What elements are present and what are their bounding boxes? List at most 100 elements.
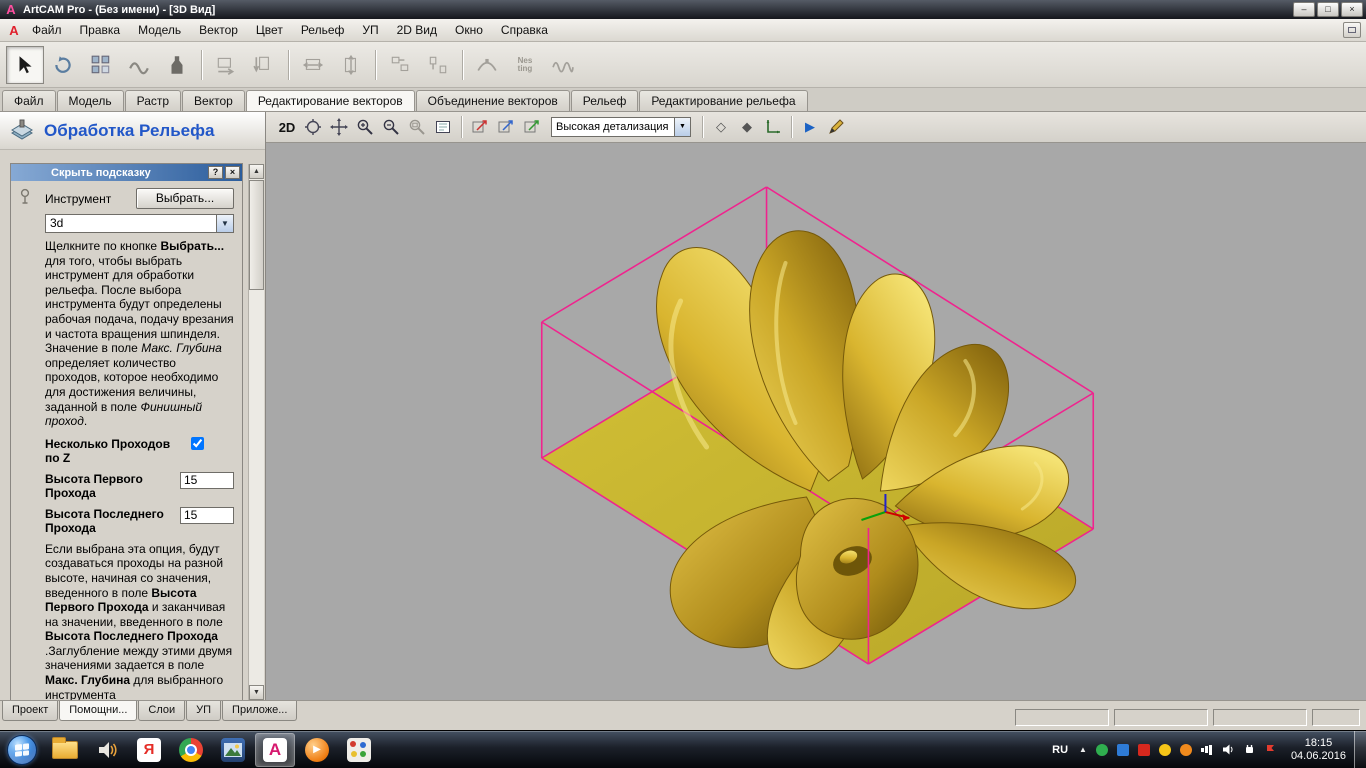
detail-level-dropdown[interactable]: Высокая детализация ▼: [551, 117, 691, 137]
menu-vector[interactable]: Вектор: [190, 20, 247, 40]
taskbar-media-player-icon[interactable]: ▶: [296, 731, 338, 768]
rotate-view-icon[interactable]: [300, 115, 326, 139]
tray-pdf-icon[interactable]: [1137, 742, 1152, 757]
maximize-button[interactable]: □: [1317, 2, 1339, 17]
tab-assistant[interactable]: Помощни...: [59, 701, 137, 721]
tab-relief-editing[interactable]: Редактирование рельефа: [639, 90, 807, 111]
tray-chevron-up-icon[interactable]: ▲: [1074, 745, 1092, 754]
language-indicator[interactable]: RU: [1046, 744, 1074, 756]
tab-addins[interactable]: Приложе...: [222, 701, 297, 721]
toolbar-options-icon[interactable]: [1343, 22, 1361, 38]
center-y-icon[interactable]: [332, 46, 370, 84]
chevron-down-icon[interactable]: ▼: [674, 118, 690, 136]
scroll-up-icon[interactable]: ▲: [249, 164, 264, 179]
menu-help[interactable]: Справка: [492, 20, 557, 40]
switch-2d-button[interactable]: 2D: [274, 120, 300, 135]
tool-dropdown[interactable]: 3d ▼: [45, 214, 234, 233]
taskbar-photo-viewer-icon[interactable]: [212, 731, 254, 768]
size-x-icon[interactable]: [207, 46, 245, 84]
last-pass-input[interactable]: [180, 507, 234, 524]
draw-tool-icon[interactable]: [823, 115, 849, 139]
tab-vector[interactable]: Вектор: [182, 90, 245, 111]
transform-tool-icon[interactable]: [44, 46, 82, 84]
nesting-icon[interactable]: Nesting: [506, 46, 544, 84]
scale-y-icon[interactable]: [493, 115, 519, 139]
select-tool-button[interactable]: Выбрать...: [136, 188, 234, 209]
hide-hint-label[interactable]: Скрыть подсказку: [51, 167, 151, 179]
menu-color[interactable]: Цвет: [247, 20, 292, 40]
taskbar-volume-mixer-icon[interactable]: [86, 731, 128, 768]
hint-close-button[interactable]: ×: [225, 166, 240, 179]
menu-model[interactable]: Модель: [129, 20, 190, 40]
taskbar-clock[interactable]: 18:15 04.06.2016: [1291, 737, 1346, 763]
tray-java-icon[interactable]: [1179, 742, 1194, 757]
taskbar-artcam-icon[interactable]: A: [255, 733, 295, 767]
scale-x-icon[interactable]: [467, 115, 493, 139]
tray-messenger-icon[interactable]: [1116, 742, 1131, 757]
close-button[interactable]: ×: [1341, 2, 1363, 17]
menu-toolpath[interactable]: УП: [353, 20, 387, 40]
tab-toolpaths[interactable]: УП: [186, 701, 221, 721]
help-button[interactable]: ?: [208, 166, 223, 179]
panel-scrollbar[interactable]: ▲ ▼: [248, 164, 264, 700]
multipass-checkbox[interactable]: [191, 437, 204, 450]
menu-2dview[interactable]: 2D Вид: [388, 20, 446, 40]
zoom-out-icon[interactable]: [378, 115, 404, 139]
tab-raster[interactable]: Растр: [125, 90, 181, 111]
zoom-in-icon[interactable]: [352, 115, 378, 139]
zoom-window-icon[interactable]: [404, 115, 430, 139]
scroll-thumb[interactable]: [249, 180, 264, 290]
tab-model[interactable]: Модель: [57, 90, 124, 111]
scale-z-icon[interactable]: [519, 115, 545, 139]
menu-file[interactable]: Файл: [23, 20, 71, 40]
tray-antivirus-icon[interactable]: [1095, 742, 1110, 757]
tab-layers[interactable]: Слои: [138, 701, 185, 721]
tool-dropdown-value: 3d: [46, 215, 216, 232]
taskbar-chrome-icon[interactable]: [170, 731, 212, 768]
viewport-3d[interactable]: [266, 143, 1366, 700]
wireframe-view-icon[interactable]: ◇: [708, 115, 734, 139]
show-desktop-button[interactable]: [1354, 731, 1366, 768]
origin-axes-icon[interactable]: [760, 115, 786, 139]
menu-window[interactable]: Окно: [446, 20, 492, 40]
tray-network-icon[interactable]: [1200, 742, 1215, 757]
tab-file[interactable]: Файл: [2, 90, 56, 111]
menu-app-icon: A: [5, 23, 23, 38]
tray-update-icon[interactable]: [1158, 742, 1173, 757]
tab-vector-editing[interactable]: Редактирование векторов: [246, 90, 415, 111]
emboss-tool-icon[interactable]: [158, 46, 196, 84]
first-pass-input[interactable]: [180, 472, 234, 489]
minimize-button[interactable]: –: [1293, 2, 1315, 17]
title-bar: A ArtCAM Pro - (Без имени) - [3D Вид] – …: [0, 0, 1366, 19]
system-tray: RU ▲ 18:15 04.06.2016: [1046, 731, 1366, 768]
menu-edit[interactable]: Правка: [71, 20, 130, 40]
status-segment: [1114, 709, 1208, 726]
taskbar-paint-icon[interactable]: [338, 731, 380, 768]
spline-smooth-icon[interactable]: [544, 46, 582, 84]
hint-box: Скрыть подсказку ? × Инструмент Выбрать.…: [10, 163, 243, 700]
select-tool-icon[interactable]: [6, 46, 44, 84]
simulate-toolpath-icon[interactable]: ▶: [797, 115, 823, 139]
taskbar-yandex-icon[interactable]: Я: [128, 731, 170, 768]
align-vertical-icon[interactable]: [419, 46, 457, 84]
size-y-icon[interactable]: [245, 46, 283, 84]
tray-action-center-icon[interactable]: [1263, 742, 1278, 757]
scroll-down-icon[interactable]: ▼: [249, 685, 264, 700]
fit-view-icon[interactable]: [430, 115, 456, 139]
menu-relief[interactable]: Рельеф: [292, 20, 354, 40]
tab-relief[interactable]: Рельеф: [571, 90, 639, 111]
taskbar-explorer-icon[interactable]: [44, 731, 86, 768]
tray-power-icon[interactable]: [1242, 742, 1257, 757]
tray-volume-icon[interactable]: [1221, 742, 1236, 757]
block-copy-icon[interactable]: [82, 46, 120, 84]
center-x-icon[interactable]: [294, 46, 332, 84]
tab-vector-merge[interactable]: Объединение векторов: [416, 90, 570, 111]
align-horizontal-icon[interactable]: [381, 46, 419, 84]
start-button[interactable]: [0, 731, 44, 768]
pan-view-icon[interactable]: [326, 115, 352, 139]
paste-along-curve-icon[interactable]: [468, 46, 506, 84]
chevron-down-icon[interactable]: ▼: [216, 215, 233, 232]
distort-tool-icon[interactable]: [120, 46, 158, 84]
shaded-view-icon[interactable]: ◆: [734, 115, 760, 139]
tab-project[interactable]: Проект: [2, 701, 58, 721]
